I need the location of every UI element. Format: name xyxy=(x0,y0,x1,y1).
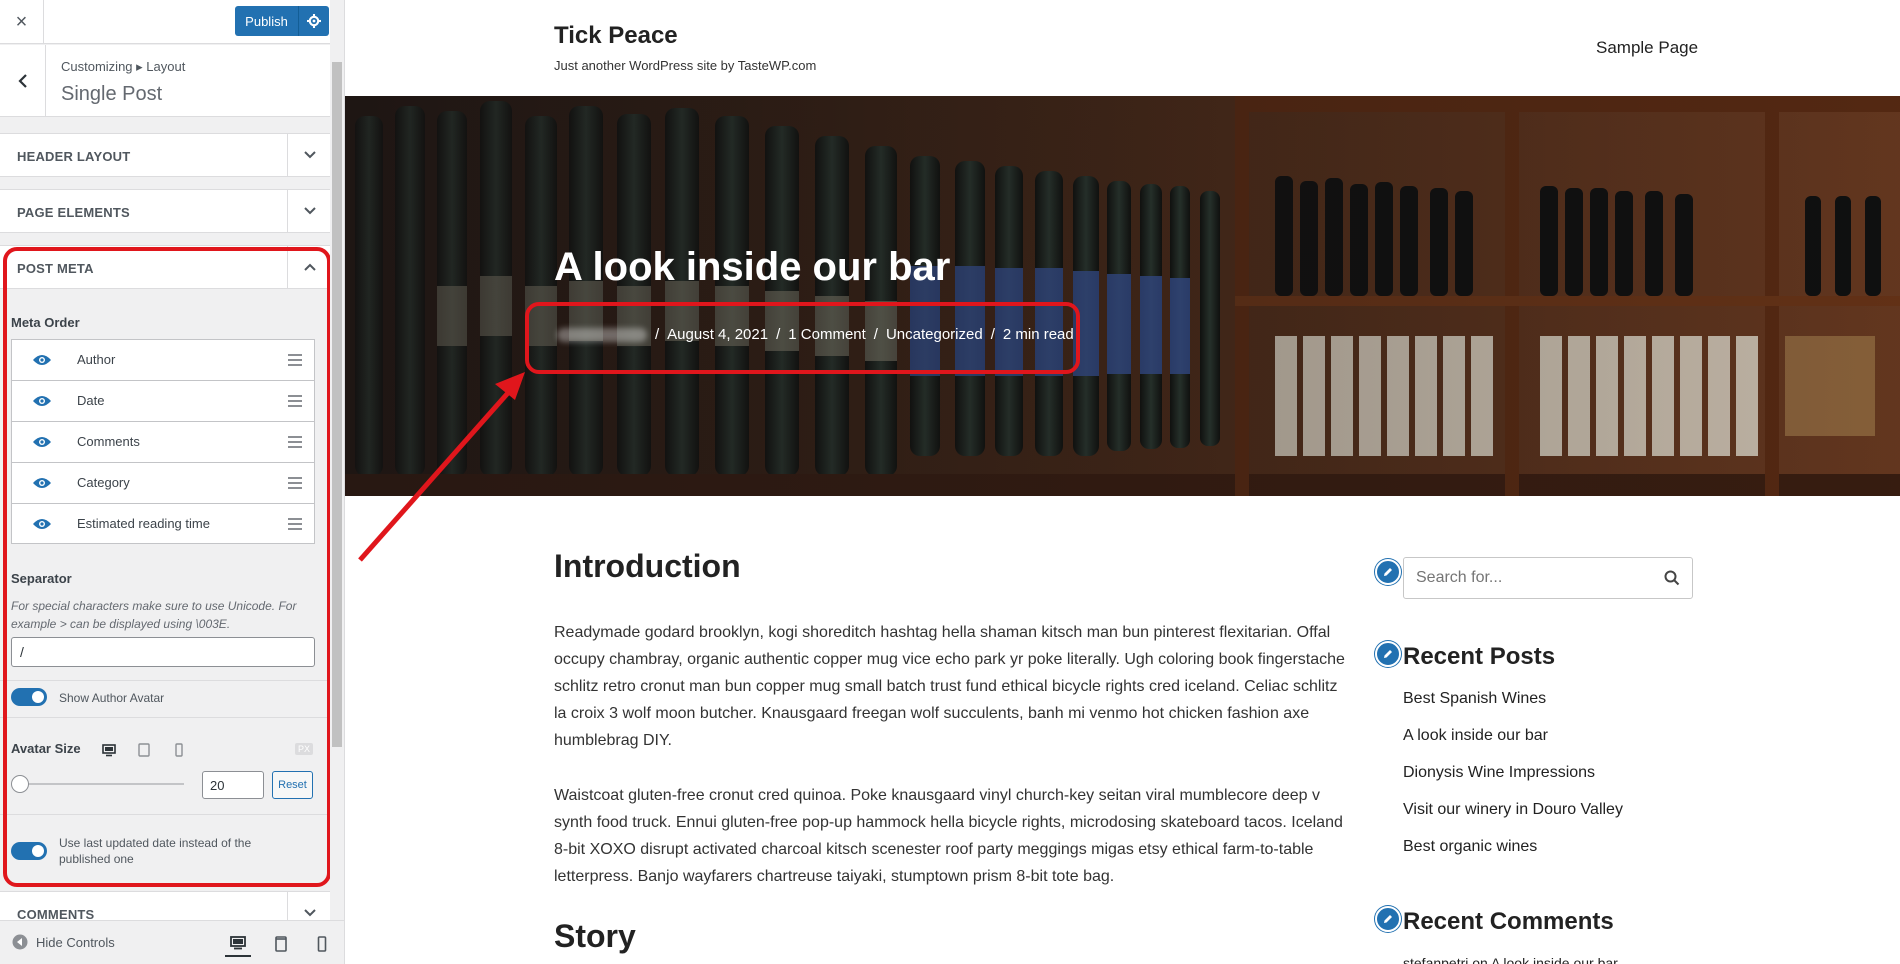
chevron-left-icon xyxy=(17,74,27,88)
search-widget xyxy=(1403,557,1693,599)
customizer-footer: Hide Controls xyxy=(0,920,344,964)
edit-widget-pencil-icon[interactable] xyxy=(1375,559,1401,585)
edit-widget-pencil-icon[interactable] xyxy=(1375,906,1401,932)
publish-button-group: Publish xyxy=(235,6,329,36)
section-header: Customizing ▸ Layout Single Post xyxy=(0,45,331,117)
back-button[interactable] xyxy=(0,45,46,117)
recent-comments-title: Recent Comments xyxy=(1403,908,1614,935)
post-title: A look inside our bar xyxy=(554,245,951,289)
accordion-header-layout[interactable]: HEADER LAYOUT xyxy=(0,133,331,177)
recent-post-link[interactable]: Best Spanish Wines xyxy=(1403,690,1623,727)
customizer-topbar: × Publish xyxy=(0,0,331,44)
recent-post-link[interactable]: Dionysis Wine Impressions xyxy=(1403,764,1623,801)
annotation-highlight-box xyxy=(525,302,1080,374)
preview-mobile-icon[interactable] xyxy=(309,931,335,957)
paragraph: Readymade godard brooklyn, kogi shoredit… xyxy=(554,624,1345,749)
heading-introduction: Introduction xyxy=(554,548,741,584)
recent-post-link[interactable]: A look inside our bar xyxy=(1403,727,1623,764)
annotation-arrow xyxy=(358,372,525,562)
hide-controls-button[interactable]: Hide Controls xyxy=(12,934,115,950)
breadcrumb: Customizing ▸ Layout xyxy=(61,59,186,74)
collapse-arrow-icon xyxy=(12,934,28,950)
scrollbar-thumb[interactable] xyxy=(332,62,342,747)
chevron-down-icon[interactable] xyxy=(287,134,331,176)
site-description: Just another WordPress site by TasteWP.c… xyxy=(554,58,817,73)
post-hero-image xyxy=(345,96,1900,496)
recent-post-link[interactable]: Visit our winery in Douro Valley xyxy=(1403,801,1623,838)
accordion-page-elements[interactable]: PAGE ELEMENTS xyxy=(0,189,331,233)
site-title[interactable]: Tick Peace xyxy=(554,22,678,50)
preview-tablet-icon[interactable] xyxy=(268,931,294,957)
chevron-down-icon[interactable] xyxy=(287,190,331,232)
preview-desktop-icon[interactable] xyxy=(225,931,251,957)
recent-posts-list: Best Spanish Wines A look inside our bar… xyxy=(1403,690,1623,875)
annotation-highlight-box xyxy=(3,247,331,887)
accordion-label: HEADER LAYOUT xyxy=(17,149,131,164)
recent-comment-item[interactable]: stefanpetri on A look inside our bar xyxy=(1403,955,1618,964)
recent-posts-title: Recent Posts xyxy=(1403,643,1556,670)
hide-controls-label: Hide Controls xyxy=(36,934,115,950)
recent-post-link[interactable]: Best organic wines xyxy=(1403,838,1623,875)
publish-settings-gear-icon[interactable] xyxy=(299,6,329,36)
customizer-sidebar: × Publish Customizing ▸ Layout Single Po… xyxy=(0,0,345,964)
site-preview: Tick Peace Just another WordPress site b… xyxy=(345,0,1900,964)
search-icon[interactable] xyxy=(1664,570,1680,586)
sidebar-scrollbar[interactable] xyxy=(330,0,344,964)
accordion-label: PAGE ELEMENTS xyxy=(17,205,130,220)
paragraph: Waistcoat gluten-free cronut cred quinoa… xyxy=(554,787,1343,885)
post-content: Introduction Readymade godard brooklyn, … xyxy=(554,548,1354,964)
section-title: Single Post xyxy=(61,83,163,105)
edit-widget-pencil-icon[interactable] xyxy=(1375,641,1401,667)
heading-story: Story xyxy=(554,918,636,954)
hero-overlay xyxy=(345,96,1900,496)
publish-button[interactable]: Publish xyxy=(235,6,299,36)
close-customizer-button[interactable]: × xyxy=(0,0,44,44)
nav-item-sample-page[interactable]: Sample Page xyxy=(1596,38,1698,58)
search-input[interactable] xyxy=(1416,558,1646,598)
